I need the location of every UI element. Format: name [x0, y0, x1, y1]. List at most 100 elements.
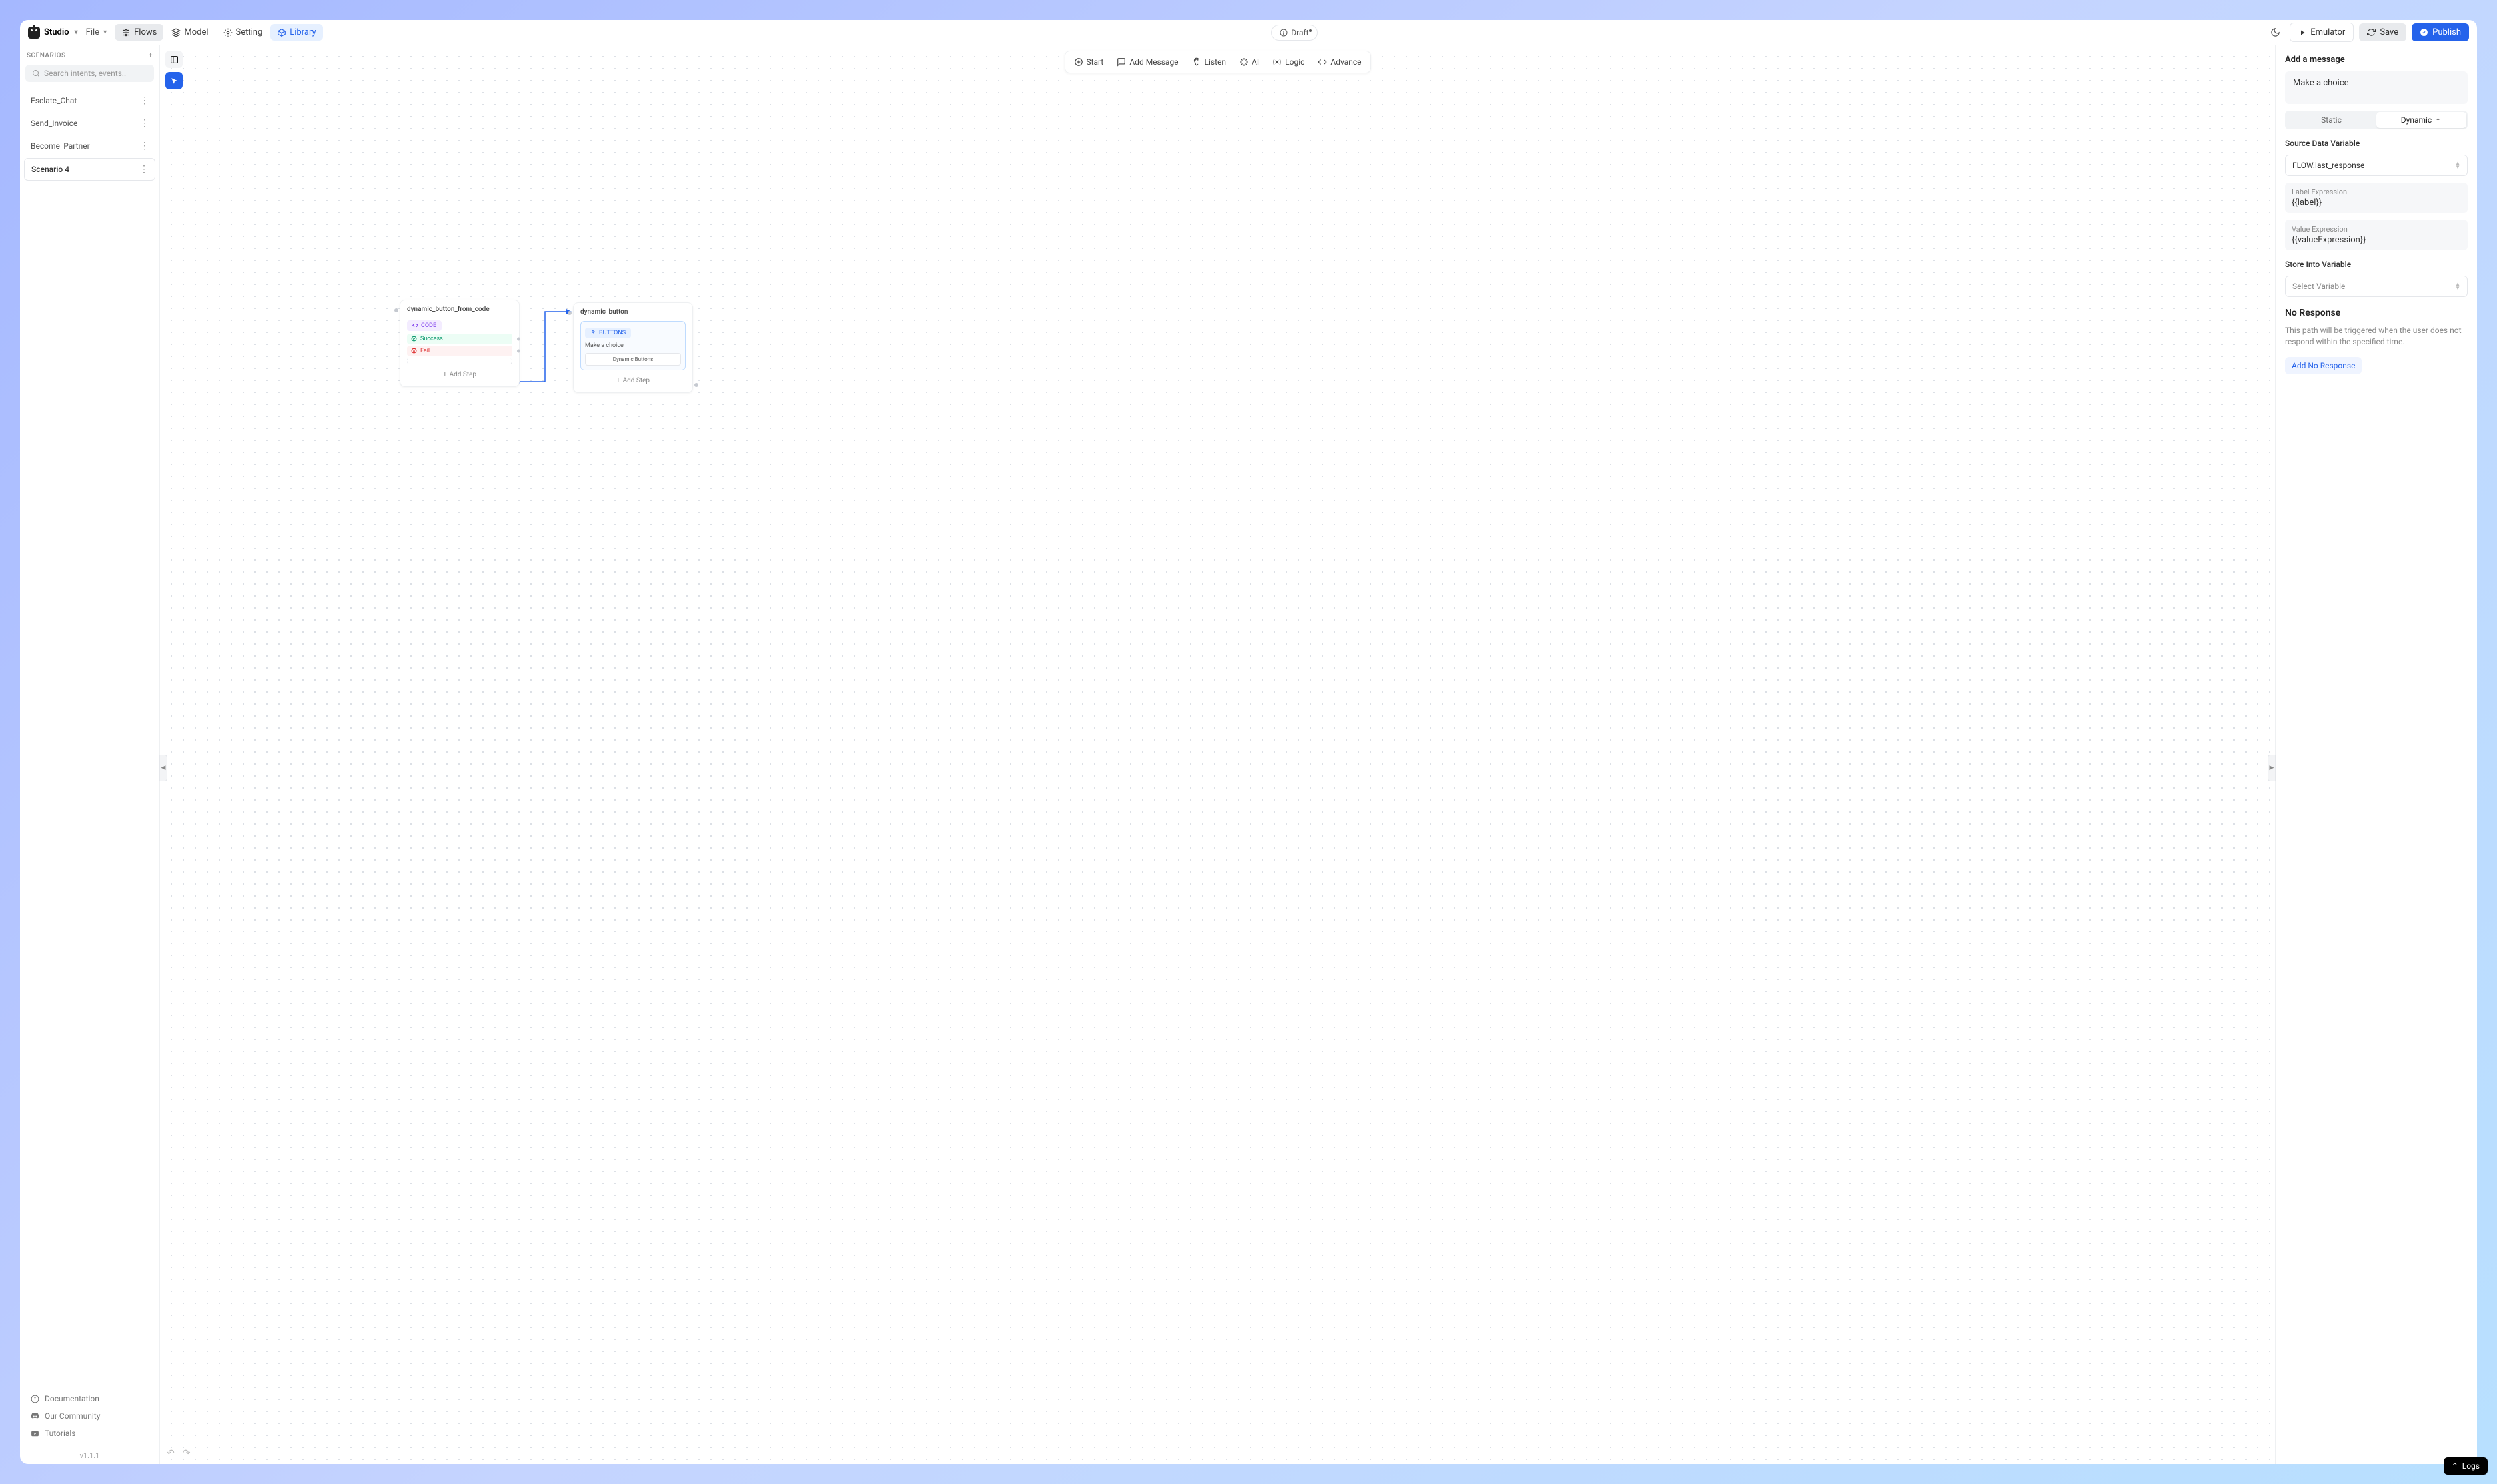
buttons-chip: BUTTONS — [585, 328, 631, 338]
source-select[interactable]: FLOW.last_response▲▼ — [2285, 155, 2468, 176]
sparkle-icon — [2434, 117, 2442, 124]
collapse-left-handle[interactable]: ◀ — [159, 755, 167, 781]
community-link[interactable]: Our Community — [25, 1407, 154, 1425]
scenario-item[interactable]: Scenario 4⋮ — [24, 158, 155, 181]
tab-label: Setting — [236, 27, 263, 37]
unsaved-dot — [1309, 29, 1312, 32]
file-menu[interactable]: File ▾ — [86, 27, 107, 37]
panel-toggle[interactable] — [165, 51, 183, 68]
logic-button[interactable]: Logic — [1266, 54, 1310, 70]
add-message-title: Add a message — [2285, 55, 2468, 65]
label-expression-box[interactable]: Label Expression {{label}} — [2285, 183, 2468, 213]
node-title: dynamic_button_from_code — [407, 306, 512, 313]
canvas[interactable]: Start Add Message Listen AI Logic Advanc… — [160, 45, 2275, 1464]
message-input[interactable]: Make a choice — [2285, 71, 2468, 104]
cursor-icon — [170, 77, 179, 85]
seg-dynamic[interactable]: Dynamic — [2376, 112, 2466, 128]
add-message-button[interactable]: Add Message — [1111, 54, 1184, 70]
flow-icon — [121, 28, 131, 37]
theme-toggle[interactable] — [2266, 23, 2284, 42]
tab-library[interactable]: Library — [270, 24, 322, 41]
node-port[interactable] — [517, 337, 520, 340]
tab-setting[interactable]: Setting — [217, 24, 270, 41]
node-port[interactable] — [694, 383, 698, 387]
more-icon[interactable]: ⋮ — [140, 118, 149, 129]
youtube-icon — [31, 1429, 39, 1438]
scenario-item[interactable]: Send_Invoice⋮ — [24, 113, 155, 134]
draft-status[interactable]: Draft — [1271, 25, 1317, 41]
tab-flows[interactable]: Flows — [115, 24, 163, 41]
brand[interactable]: Studio ▾ — [28, 27, 78, 39]
canvas-grid — [160, 45, 2275, 1464]
node-port[interactable] — [394, 308, 398, 312]
ear-icon — [1192, 57, 1201, 67]
tab-label: Flows — [134, 27, 157, 37]
tutorials-link[interactable]: Tutorials — [25, 1425, 154, 1442]
chevron-up-icon: ⌃ — [2452, 1461, 2458, 1464]
more-icon[interactable]: ⋮ — [140, 141, 149, 151]
version-text: v1.1.1 — [20, 1447, 159, 1464]
source-label: Source Data Variable — [2285, 139, 2468, 148]
search-placeholder: Search intents, events.. — [44, 69, 126, 78]
more-icon[interactable]: ⋮ — [140, 95, 149, 106]
dynamic-buttons-box[interactable]: Dynamic Buttons — [585, 353, 681, 366]
listen-button[interactable]: Listen — [1186, 54, 1233, 70]
drop-zone[interactable] — [407, 358, 512, 364]
cursor-tool[interactable] — [165, 72, 183, 89]
pointer-icon — [590, 330, 596, 336]
sort-icon: ▲▼ — [2455, 282, 2460, 290]
brand-icon — [28, 27, 40, 39]
ai-icon — [1239, 57, 1248, 67]
info-icon — [1280, 29, 1288, 37]
code-chip[interactable]: CODE — [407, 320, 442, 331]
publish-label: Publish — [2432, 27, 2461, 37]
scenario-item[interactable]: Esclate_Chat⋮ — [24, 90, 155, 111]
node-dynamic-button[interactable]: dynamic_button BUTTONS Make a choice Dyn… — [573, 302, 693, 393]
store-select[interactable]: Select Variable▲▼ — [2285, 276, 2468, 297]
tab-model[interactable]: Model — [165, 24, 215, 41]
add-step-button[interactable]: +Add Step — [407, 368, 512, 381]
value-expression-box[interactable]: Value Expression {{valueExpression}} — [2285, 220, 2468, 250]
advance-button[interactable]: Advance — [1312, 54, 1367, 70]
plus-icon: + — [616, 377, 620, 384]
undo-button[interactable]: ↶ — [167, 1448, 175, 1459]
add-scenario-button[interactable]: + — [149, 52, 153, 59]
scenario-item[interactable]: Become_Partner⋮ — [24, 135, 155, 157]
start-button[interactable]: Start — [1067, 54, 1109, 70]
flow-toolbar: Start Add Message Listen AI Logic Advanc… — [1064, 51, 1370, 73]
info-icon — [31, 1395, 39, 1403]
more-icon[interactable]: ⋮ — [139, 164, 148, 175]
node-title: dynamic_button — [580, 308, 686, 316]
type-segmented: Static Dynamic — [2285, 111, 2468, 129]
node-port[interactable] — [517, 349, 520, 352]
save-button[interactable]: Save — [2359, 23, 2406, 41]
docs-link[interactable]: Documentation — [25, 1390, 154, 1407]
logs-button[interactable]: ⌃Logs — [2444, 1457, 2477, 1464]
add-no-response-button[interactable]: Add No Response — [2285, 357, 2362, 374]
redo-button[interactable]: ↷ — [183, 1448, 191, 1459]
chevron-down-icon: ▾ — [103, 29, 107, 36]
buttons-card[interactable]: BUTTONS Make a choice Dynamic Buttons — [580, 321, 686, 370]
code-icon — [1318, 57, 1327, 67]
search-input[interactable]: Search intents, events.. — [25, 65, 154, 82]
circle-plus-icon — [1073, 57, 1083, 67]
success-row[interactable]: Success — [407, 334, 512, 344]
message-icon — [1117, 57, 1126, 67]
no-response-title: No Response — [2285, 308, 2468, 318]
publish-button[interactable]: Publish — [2412, 23, 2469, 41]
brand-name: Studio — [44, 27, 69, 37]
ai-button[interactable]: AI — [1233, 54, 1265, 70]
topbar: Studio ▾ File ▾ Flows Model Setting Libr… — [20, 20, 2477, 45]
node-port[interactable] — [568, 311, 572, 315]
emulator-button[interactable]: Emulator — [2290, 23, 2354, 42]
collapse-right-handle[interactable]: ▶ — [2268, 755, 2276, 781]
emulator-label: Emulator — [2310, 27, 2345, 37]
fail-row[interactable]: Fail — [407, 346, 512, 356]
node-dynamic-button-from-code[interactable]: dynamic_button_from_code CODE Success Fa… — [400, 300, 520, 387]
no-response-desc: This path will be triggered when the use… — [2285, 325, 2468, 348]
moon-icon — [2270, 27, 2280, 37]
add-step-button[interactable]: +Add Step — [580, 374, 686, 387]
search-icon — [32, 69, 40, 77]
seg-static[interactable]: Static — [2286, 112, 2376, 128]
discord-icon — [31, 1412, 39, 1421]
